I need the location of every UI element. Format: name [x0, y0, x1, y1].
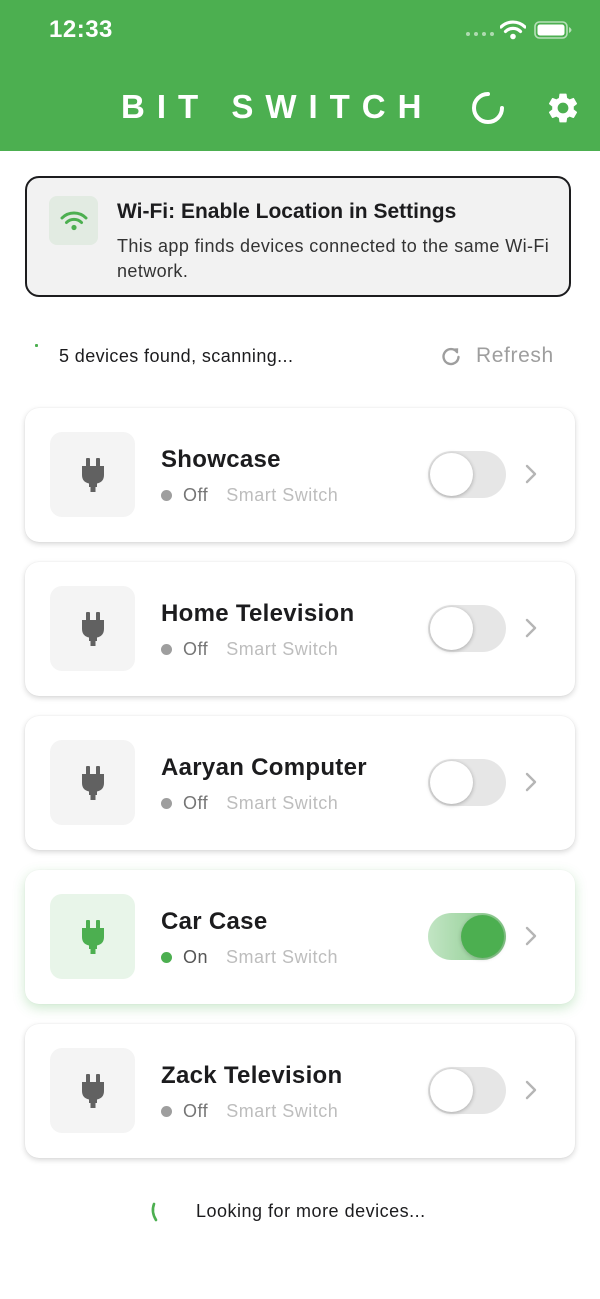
gear-icon[interactable] — [545, 90, 581, 126]
app-header: 12:33 BIT SWITCH — [0, 0, 600, 151]
status-dot — [161, 1106, 172, 1117]
device-power-toggle[interactable] — [428, 451, 506, 498]
refresh-label: Refresh — [476, 344, 554, 367]
toggle-knob — [461, 915, 504, 958]
device-icon-box — [50, 586, 135, 671]
plug-icon — [81, 1073, 104, 1108]
chevron-right-icon[interactable] — [524, 925, 538, 947]
toggle-knob — [430, 453, 473, 496]
banner-icon-box — [49, 196, 98, 245]
status-wifi-icon — [500, 20, 526, 40]
refresh-button[interactable]: Refresh — [440, 344, 554, 368]
status-dot — [161, 952, 172, 963]
loading-spinner-icon[interactable] — [470, 90, 506, 126]
cellular-signal-icon — [466, 32, 494, 36]
plug-icon — [81, 765, 104, 800]
device-power-toggle[interactable] — [428, 1067, 506, 1114]
device-type: Smart Switch — [226, 947, 339, 967]
banner-description: This app finds devices connected to the … — [117, 236, 550, 281]
device-state: On — [183, 947, 209, 967]
status-battery-icon — [534, 21, 572, 39]
loading-spinner-icon — [151, 1202, 158, 1222]
device-status-row: On Smart Switch — [161, 947, 338, 968]
toggle-knob — [430, 761, 473, 804]
device-icon-box — [50, 1048, 135, 1133]
chevron-right-icon[interactable] — [524, 771, 538, 793]
plug-icon — [81, 611, 104, 646]
device-power-toggle[interactable] — [428, 913, 506, 960]
scan-status-text: 5 devices found, scanning... — [59, 346, 294, 366]
device-name: Zack Television — [161, 1062, 343, 1089]
wifi-location-banner[interactable]: Wi-Fi: Enable Location in Settings This … — [25, 176, 571, 297]
status-dot — [161, 490, 172, 501]
status-dot — [161, 798, 172, 809]
device-card[interactable]: Showcase Off Smart Switch — [25, 408, 575, 542]
chevron-right-icon[interactable] — [524, 463, 538, 485]
device-type: Smart Switch — [226, 639, 339, 659]
device-name: Home Television — [161, 600, 355, 627]
device-name: Car Case — [161, 908, 268, 935]
device-icon-box — [50, 894, 135, 979]
device-type: Smart Switch — [226, 485, 339, 505]
chevron-right-icon[interactable] — [524, 1079, 538, 1101]
device-state: Off — [183, 639, 209, 659]
status-bar-time: 12:33 — [49, 16, 113, 43]
device-power-toggle[interactable] — [428, 605, 506, 652]
device-card[interactable]: Aaryan Computer Off Smart Switch — [25, 716, 575, 850]
toggle-knob — [430, 607, 473, 650]
refresh-icon — [442, 347, 460, 366]
wifi-icon — [60, 211, 87, 230]
device-icon-box — [50, 740, 135, 825]
device-state: Off — [183, 485, 209, 505]
device-card[interactable]: Home Television Off Smart Switch — [25, 562, 575, 696]
device-card[interactable]: Car Case On Smart Switch — [25, 870, 575, 1004]
device-state: Off — [183, 1101, 209, 1121]
device-status-row: Off Smart Switch — [161, 1101, 338, 1122]
app-title: BIT SWITCH — [121, 88, 434, 125]
footer-loader — [148, 1202, 164, 1222]
device-status-row: Off Smart Switch — [161, 793, 338, 814]
plug-icon — [81, 919, 104, 954]
device-power-toggle[interactable] — [428, 759, 506, 806]
device-card[interactable]: Zack Television Off Smart Switch — [25, 1024, 575, 1158]
toggle-knob — [430, 1069, 473, 1112]
loading-more-text: Looking for more devices... — [196, 1201, 426, 1221]
chevron-right-icon[interactable] — [524, 617, 538, 639]
device-type: Smart Switch — [226, 1101, 339, 1121]
device-name: Aaryan Computer — [161, 754, 367, 781]
banner-title: Wi-Fi: Enable Location in Settings — [117, 200, 457, 223]
status-dot — [161, 644, 172, 655]
device-status-row: Off Smart Switch — [161, 639, 338, 660]
device-type: Smart Switch — [226, 793, 339, 813]
device-status-row: Off Smart Switch — [161, 485, 338, 506]
device-icon-box — [50, 432, 135, 517]
scan-progress-indicator — [35, 344, 38, 347]
plug-icon — [81, 457, 104, 492]
device-state: Off — [183, 793, 209, 813]
device-name: Showcase — [161, 446, 281, 473]
